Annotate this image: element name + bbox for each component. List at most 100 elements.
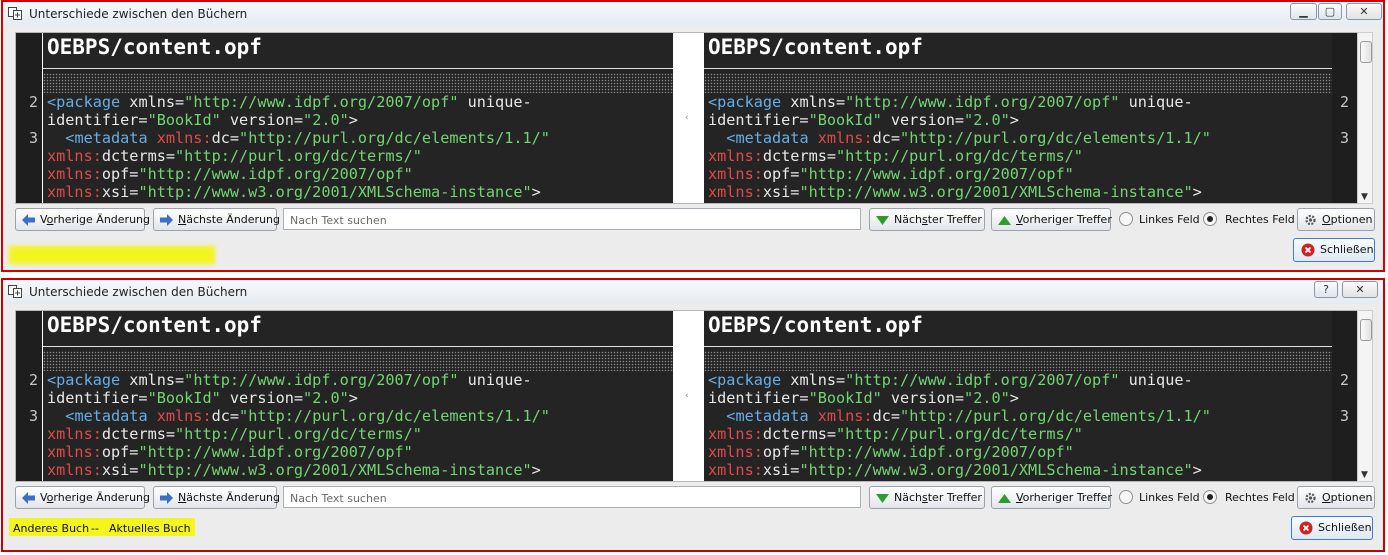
code-line: <metadata xmlns:dc="http://purl.org/dc/e… (708, 129, 1211, 147)
code-token: "2.0" (303, 111, 349, 129)
left-pane[interactable]: OEBPS/content.opf <package xmlns="http:/… (43, 311, 673, 481)
code-token: "http://www.idpf.org/2007/opf" (138, 165, 413, 183)
code-token: "http://www.w3.org/2001/XMLSchema-instan… (138, 461, 532, 479)
right-field-radio[interactable] (1203, 212, 1217, 226)
close-button[interactable]: Schließen (1293, 238, 1375, 262)
minimize-button[interactable]: ▁ (1290, 3, 1317, 20)
right-field-radio[interactable] (1203, 490, 1217, 504)
code-token: xmlns: (47, 443, 102, 461)
code-token: <metadata (65, 129, 157, 147)
code-token: xmlns= (129, 93, 185, 111)
code-token: version= (220, 389, 304, 407)
code-token: xsi= (101, 183, 139, 201)
scrollbar-thumb[interactable] (1360, 41, 1372, 63)
code-line: xmlns:opf="http://www.idpf.org/2007/opf" (708, 165, 1211, 183)
window-title: Unterschiede zwischen den Büchern (29, 7, 248, 21)
left-file-name: OEBPS/content.opf (47, 35, 262, 59)
vertical-scrollbar[interactable]: ▼ (1357, 310, 1373, 482)
triangle-down-icon (876, 216, 889, 225)
code-token: > (1192, 461, 1202, 479)
code-token: "http://purl.org/dc/elements/1.1/" (900, 407, 1211, 425)
previous-match-button[interactable]: Vorheriger Treffer (991, 486, 1112, 509)
diff-window-bottom: Unterschiede zwischen den Büchern ? ✕ 2 … (1, 278, 1385, 552)
previous-change-button[interactable]: Vorherige Änderung (15, 208, 150, 231)
next-match-button[interactable]: Nächster Treffer (869, 208, 985, 231)
divider (43, 68, 673, 69)
splitter-handle[interactable]: ‹ (685, 113, 689, 123)
code-token: xmlns= (129, 371, 185, 389)
options-button[interactable]: Optionen (1297, 208, 1375, 231)
scrollbar-thumb[interactable] (1360, 319, 1372, 341)
previous-match-button[interactable]: Vorheriger Treffer (991, 208, 1112, 231)
code-token: dcterms= (762, 425, 837, 443)
code-token: xmlns: (47, 147, 102, 165)
search-field[interactable] (283, 486, 861, 509)
code-token: <package (47, 371, 130, 389)
left-pane[interactable]: OEBPS/content.opf <package xmlns="http:/… (43, 33, 673, 203)
code-line: <package xmlns="http://www.idpf.org/2007… (47, 93, 550, 111)
vertical-scrollbar[interactable]: ▼ (1357, 32, 1373, 204)
code-line: xmlns:dcterms="http://purl.org/dc/terms/… (708, 425, 1211, 443)
next-match-button[interactable]: Nächster Treffer (869, 486, 985, 509)
left-field-radio[interactable] (1119, 212, 1133, 226)
splitter-handle[interactable]: ‹ (685, 391, 689, 401)
close-window-button[interactable]: ✕ (1342, 281, 1378, 298)
left-code: <package xmlns="http://www.idpf.org/2007… (47, 371, 550, 479)
code-token: > (348, 389, 358, 407)
code-token: "BookId" (808, 111, 882, 129)
line-number: 3 (28, 407, 38, 425)
right-pane[interactable]: OEBPS/content.opf <package xmlns="http:/… (704, 311, 1334, 481)
arrow-left-icon (22, 214, 35, 226)
code-token: > (1009, 389, 1019, 407)
title-bar[interactable]: Unterschiede zwischen den Büchern ? ✕ (3, 280, 1383, 304)
divider (704, 68, 1334, 69)
search-input[interactable] (284, 210, 860, 231)
code-token: xmlns= (790, 93, 846, 111)
code-token: dc= (872, 407, 901, 425)
toolbar: Vorherige Änderung Nächste Änderung Näch… (15, 486, 1375, 510)
previous-change-button[interactable]: Vorherige Änderung (15, 486, 150, 509)
next-change-button[interactable]: Nächste Änderung (153, 208, 280, 231)
code-token: "http://www.idpf.org/2007/opf" (184, 371, 459, 389)
code-token: > (531, 183, 541, 201)
diff-view[interactable]: 2 3 OEBPS/content.opf <package xmlns="ht… (15, 310, 1359, 482)
separator-label: -- (91, 522, 99, 535)
divider (43, 346, 673, 347)
left-field-label[interactable]: Linkes Feld (1139, 213, 1200, 226)
code-token: xmlns: (47, 461, 102, 479)
code-token: opf= (101, 165, 139, 183)
code-token: "BookId" (147, 111, 221, 129)
close-window-button[interactable]: ✕ (1346, 3, 1382, 20)
code-token: xsi= (762, 183, 800, 201)
maximize-button[interactable]: ▢ (1318, 3, 1342, 20)
close-button[interactable]: Schließen (1291, 516, 1373, 540)
current-book-label: Aktuelles Buch (109, 522, 191, 535)
left-field-label[interactable]: Linkes Feld (1139, 491, 1200, 504)
scroll-down-icon[interactable]: ▼ (1361, 470, 1368, 480)
skipped-lines-marker (704, 351, 1334, 371)
line-number: 3 (1340, 129, 1350, 147)
options-button[interactable]: Optionen (1297, 486, 1375, 509)
code-token: > (348, 111, 358, 129)
code-token: "http://purl.org/dc/elements/1.1/" (239, 407, 550, 425)
code-line: xmlns:dcterms="http://purl.org/dc/terms/… (47, 425, 550, 443)
title-bar[interactable]: Unterschiede zwischen den Büchern ▁ ▢ ✕ (3, 2, 1383, 26)
right-field-label[interactable]: Rechtes Feld (1225, 491, 1295, 504)
code-line: <metadata xmlns:dc="http://purl.org/dc/e… (47, 129, 550, 147)
next-change-button[interactable]: Nächste Änderung (153, 486, 280, 509)
right-pane[interactable]: OEBPS/content.opf <package xmlns="http:/… (704, 33, 1334, 203)
code-token: "http://purl.org/dc/terms/" (836, 425, 1083, 443)
code-token: dc= (872, 129, 901, 147)
scroll-down-icon[interactable]: ▼ (1361, 192, 1368, 202)
search-field[interactable] (283, 208, 861, 231)
right-field-label[interactable]: Rechtes Feld (1225, 213, 1295, 226)
diff-view[interactable]: 2 3 OEBPS/content.opf <package xmlns="ht… (15, 32, 1359, 204)
code-line: identifier="BookId" version="2.0"> (708, 111, 1211, 129)
search-input[interactable] (284, 488, 860, 509)
help-button[interactable]: ? (1314, 281, 1338, 298)
right-code: <package xmlns="http://www.idpf.org/2007… (708, 93, 1211, 201)
left-line-gutter: 2 3 (16, 33, 42, 203)
code-token: xmlns: (817, 407, 873, 425)
left-field-radio[interactable] (1119, 490, 1133, 504)
